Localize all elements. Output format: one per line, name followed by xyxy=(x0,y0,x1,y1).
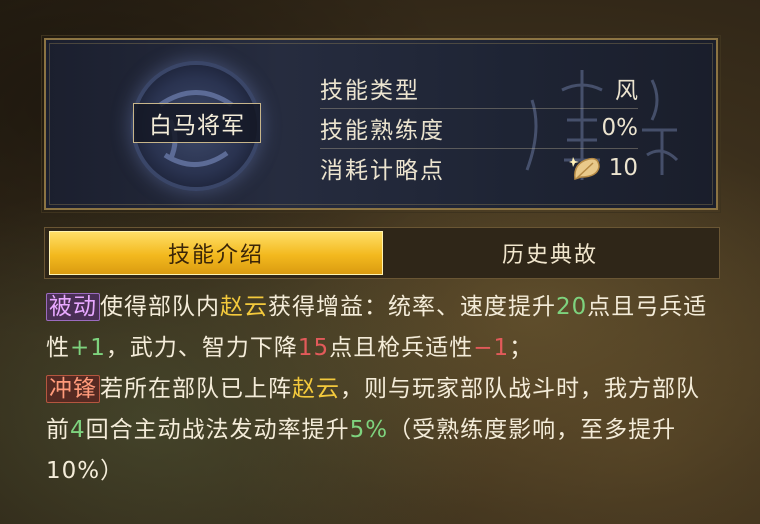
decrease-value: 15 xyxy=(297,335,330,361)
desc-text: ，武力、智力下降 xyxy=(105,335,298,361)
passive-tag: 被动 xyxy=(46,293,100,321)
desc-text: 回合主动战法发动率提升 xyxy=(85,417,350,443)
skill-type-row: 技能类型 风 xyxy=(320,68,638,109)
desc-text: 点且枪兵适性 xyxy=(329,335,474,361)
tab-bar: 技能介绍 历史典故 xyxy=(44,227,720,279)
hero-name: 赵云 xyxy=(292,376,340,402)
skill-type-label: 技能类型 xyxy=(320,78,420,104)
increase-value: +1 xyxy=(70,335,106,361)
tab-skill-intro[interactable]: 技能介绍 xyxy=(49,231,383,275)
skill-proficiency-value: 0% xyxy=(601,115,639,141)
desc-text: 使得部队内 xyxy=(100,294,220,320)
strategy-cost-label: 消耗计略点 xyxy=(320,158,445,184)
skill-type-value: 风 xyxy=(615,78,638,104)
strategy-cost-value: 10 xyxy=(568,153,638,183)
charge-tag: 冲锋 xyxy=(46,375,100,403)
skill-proficiency-row: 技能熟练度 0% xyxy=(320,108,638,149)
tab-history[interactable]: 历史典故 xyxy=(385,231,715,275)
decrease-value: −1 xyxy=(473,335,510,361)
skill-description: 被动 使得部队内赵云获得增益：统率、速度提升20点且弓兵适性+1，武力、智力下降1… xyxy=(46,287,722,492)
skill-card: 白马将军 技能类型 风 技能熟练度 0% 消耗计略点 10 xyxy=(41,35,721,213)
hero-name: 赵云 xyxy=(220,294,268,320)
skill-proficiency-label: 技能熟练度 xyxy=(320,118,445,144)
desc-text: 获得增益：统率、速度提升 xyxy=(268,294,556,320)
increase-value: 5% xyxy=(349,417,389,443)
desc-text: ； xyxy=(509,335,534,361)
increase-value: 4 xyxy=(70,417,86,443)
strategy-cost-row: 消耗计略点 10 xyxy=(320,148,638,188)
desc-text: 若所在部队已上阵 xyxy=(100,376,292,402)
increase-value: 20 xyxy=(556,294,588,320)
skill-name: 白马将军 xyxy=(133,103,261,143)
leaf-icon xyxy=(568,157,600,181)
strategy-cost-number: 10 xyxy=(608,155,638,181)
